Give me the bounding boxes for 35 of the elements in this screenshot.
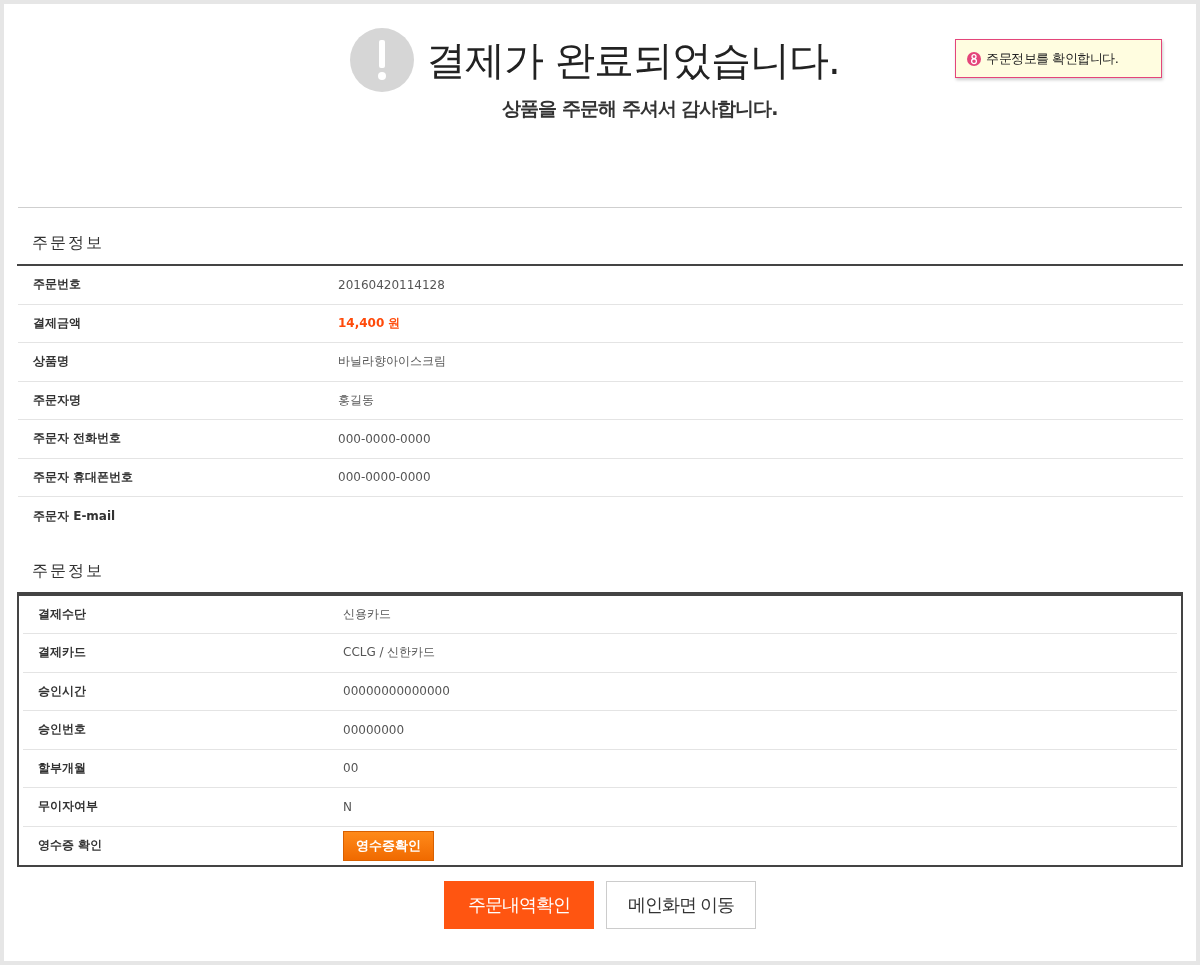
row-value: CCLG / 신한카드 xyxy=(343,644,436,662)
notice-text: 주문정보를 확인합니다. xyxy=(986,49,1119,68)
subtitle: 상품을 주문해 주셔서 감사합니다. xyxy=(502,96,778,121)
row-label: 승인시간 xyxy=(37,682,87,700)
row-label: 승인번호 xyxy=(37,721,87,739)
row-value: 00000000 xyxy=(343,722,405,737)
row-label: 주문자 전화번호 xyxy=(32,430,123,448)
exclamation-circle-icon xyxy=(350,28,415,92)
row-label: 결제카드 xyxy=(37,644,87,662)
row-label: 주문자 E-mail xyxy=(32,507,117,525)
section-title: 주문정보 xyxy=(31,232,105,254)
row-label: 주문자 휴대폰번호 xyxy=(32,468,135,486)
row-label: 무이자여부 xyxy=(37,798,99,816)
row-label: 주문자명 xyxy=(32,391,82,409)
row-label: 결제수단 xyxy=(37,605,87,623)
row-label: 결제금액 xyxy=(32,314,82,332)
row-value: 00000000000000 xyxy=(343,684,450,699)
row-value: 000-0000-0000 xyxy=(338,470,431,485)
row-value: 홍길동 xyxy=(338,391,374,409)
page-title: 결제가 완료되었습니다. xyxy=(426,35,840,85)
row-label: 주문번호 xyxy=(32,276,82,294)
row-label: 상품명 xyxy=(32,353,70,371)
price-value: 14,400 원 xyxy=(338,314,401,332)
main-page-button[interactable]: 메인화면 이동 xyxy=(606,881,756,929)
row-value: N xyxy=(343,799,352,814)
row-value: 00 xyxy=(343,761,359,776)
row-value: 신용카드 xyxy=(343,605,391,623)
receipt-button[interactable]: 영수증확인 xyxy=(343,830,434,861)
row-label: 영수증 확인 xyxy=(37,837,104,855)
row-value: 20160420114128 xyxy=(338,277,445,292)
row-value: 000-0000-0000 xyxy=(338,431,431,446)
row-label: 할부개월 xyxy=(37,759,87,777)
row-value: 바닐라향아이스크림 xyxy=(338,353,446,371)
order-history-button[interactable]: 주문내역확인 xyxy=(444,881,594,929)
section-title: 주문정보 xyxy=(31,559,105,582)
